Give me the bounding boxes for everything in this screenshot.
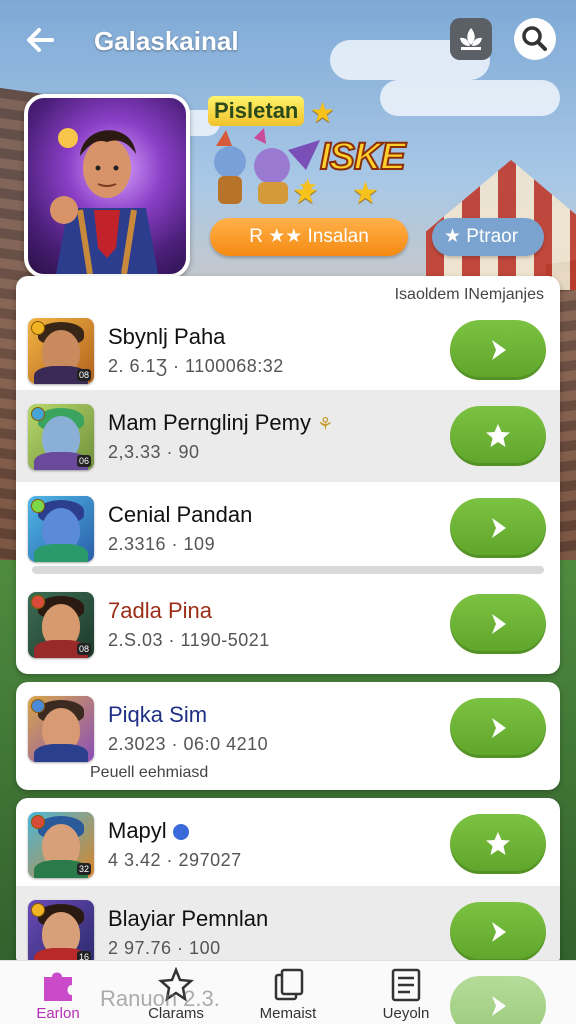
nav-label: Ueyoln: [382, 1005, 430, 1022]
search-button[interactable]: [514, 18, 556, 60]
star-icon: [486, 832, 510, 855]
hero-label: Pisletan: [208, 96, 305, 126]
secondary-pill-button[interactable]: ★ Ptraor: [432, 218, 544, 256]
back-arrow-icon: [27, 28, 54, 52]
ghost-list-item-text: Ranuon 2.3.: [100, 986, 220, 1011]
chevron-right-icon: [492, 922, 506, 942]
ghost-go-button[interactable]: [450, 976, 546, 1024]
chevron-right-icon: [492, 996, 506, 1016]
item-name: Mam Pernglinj Pemy ⚘: [108, 410, 334, 435]
item-meta: 2.3023 · 06:0 4210: [108, 734, 269, 754]
list-item[interactable]: 32 Mapyl 4 3.42 · 297027: [16, 798, 560, 890]
card-header: Isaoldem INemjanjes: [394, 286, 544, 303]
secondary-list-card: 32 Mapyl 4 3.42 · 297027 16 Blayiar Pemn…: [16, 798, 560, 968]
nav-item-memaist[interactable]: Memaist: [238, 967, 338, 1022]
leaf-icon: [460, 28, 482, 50]
star-icon: ★: [352, 177, 379, 210]
item-meta: 2,3.33 · 90: [108, 442, 200, 462]
player-thumbnail: [28, 496, 94, 562]
list-item[interactable]: 16 Blayiar Pemnlan 2 97.76 · 100: [16, 886, 560, 968]
item-name: Cenial Pandan: [108, 502, 253, 527]
player-thumbnail: 06: [28, 404, 94, 470]
top-bar: Galaskainal: [0, 14, 576, 66]
divider: [32, 566, 544, 574]
player-thumbnail: 32: [28, 812, 94, 878]
go-button[interactable]: [450, 320, 546, 380]
star-icon: ★: [292, 177, 319, 210]
go-button[interactable]: [450, 498, 546, 558]
list-item[interactable]: 08 7adla Pina 2.S.03 · 1190-5021: [16, 578, 560, 670]
page-title: Galaskainal: [94, 26, 239, 56]
item-name: Mapyl: [108, 818, 189, 844]
star-icon: ★: [310, 97, 336, 128]
go-button[interactable]: [450, 698, 546, 758]
list-item[interactable]: 08 Sbynlj Paha 2. 6.1Ʒ · 1100068:32: [16, 304, 560, 396]
item-name: Piqka Sim: [108, 702, 208, 727]
back-button[interactable]: [22, 22, 58, 58]
favorite-button[interactable]: [450, 814, 546, 874]
featured-card: Piqka Sim 2.3023 · 06:0 4210 Peuell eehm…: [16, 682, 560, 790]
search-icon: [522, 26, 547, 51]
nav-item-ueyoln[interactable]: Ueyoln: [356, 967, 456, 1022]
item-meta: 2. 6.1Ʒ · 1100068:32: [108, 356, 284, 376]
player-list-card: Isaoldem INemjanjes 08 Sbynlj Paha 2. 6.…: [16, 276, 560, 674]
go-button[interactable]: [450, 902, 546, 962]
chevron-right-icon: [492, 518, 506, 538]
game-logo-text: ISKE: [319, 135, 407, 179]
item-name: Sbynlj Paha: [108, 324, 226, 349]
list-icon: [391, 968, 421, 1002]
item-name: 7adla Pina: [108, 598, 212, 623]
item-meta: 4 3.42 · 297027: [108, 850, 242, 870]
list-item[interactable]: Cenial Pandan 2.3316 · 109: [16, 482, 560, 574]
player-thumbnail: 08: [28, 318, 94, 384]
puzzle-icon: [44, 972, 72, 1001]
star-icon: [486, 424, 510, 447]
nav-item-earlon[interactable]: Earlon: [8, 967, 108, 1022]
cards-icon: [274, 968, 304, 1001]
chevron-right-icon: [492, 340, 506, 360]
go-button[interactable]: [450, 594, 546, 654]
hero-character-illustration: [50, 128, 158, 274]
list-item[interactable]: Piqka Sim 2.3023 · 06:0 4210: [16, 682, 560, 774]
nav-label: Earlon: [36, 1005, 80, 1022]
nav-label: Memaist: [259, 1005, 317, 1022]
chevron-right-icon: [492, 718, 506, 738]
primary-pill-button[interactable]: R ★★ Insalan: [210, 218, 408, 256]
player-thumbnail: 16: [28, 900, 94, 966]
info-icon: [172, 824, 189, 841]
item-meta: 2.3316 · 109: [108, 534, 216, 554]
hero-avatar[interactable]: [24, 94, 190, 278]
list-item[interactable]: 06 Mam Pernglinj Pemy ⚘ 2,3.33 · 90: [16, 390, 560, 482]
item-meta: 2.S.03 · 1190-5021: [108, 630, 270, 650]
item-meta: 2 97.76 · 100: [108, 938, 221, 958]
card-footnote: Peuell eehmiasd: [90, 764, 209, 781]
item-name: Blayiar Pemnlan: [108, 906, 269, 931]
player-thumbnail: [28, 696, 94, 762]
leaf-button[interactable]: [450, 18, 492, 60]
chevron-right-icon: [492, 614, 506, 634]
player-thumbnail: 08: [28, 592, 94, 658]
favorite-button[interactable]: [450, 406, 546, 466]
